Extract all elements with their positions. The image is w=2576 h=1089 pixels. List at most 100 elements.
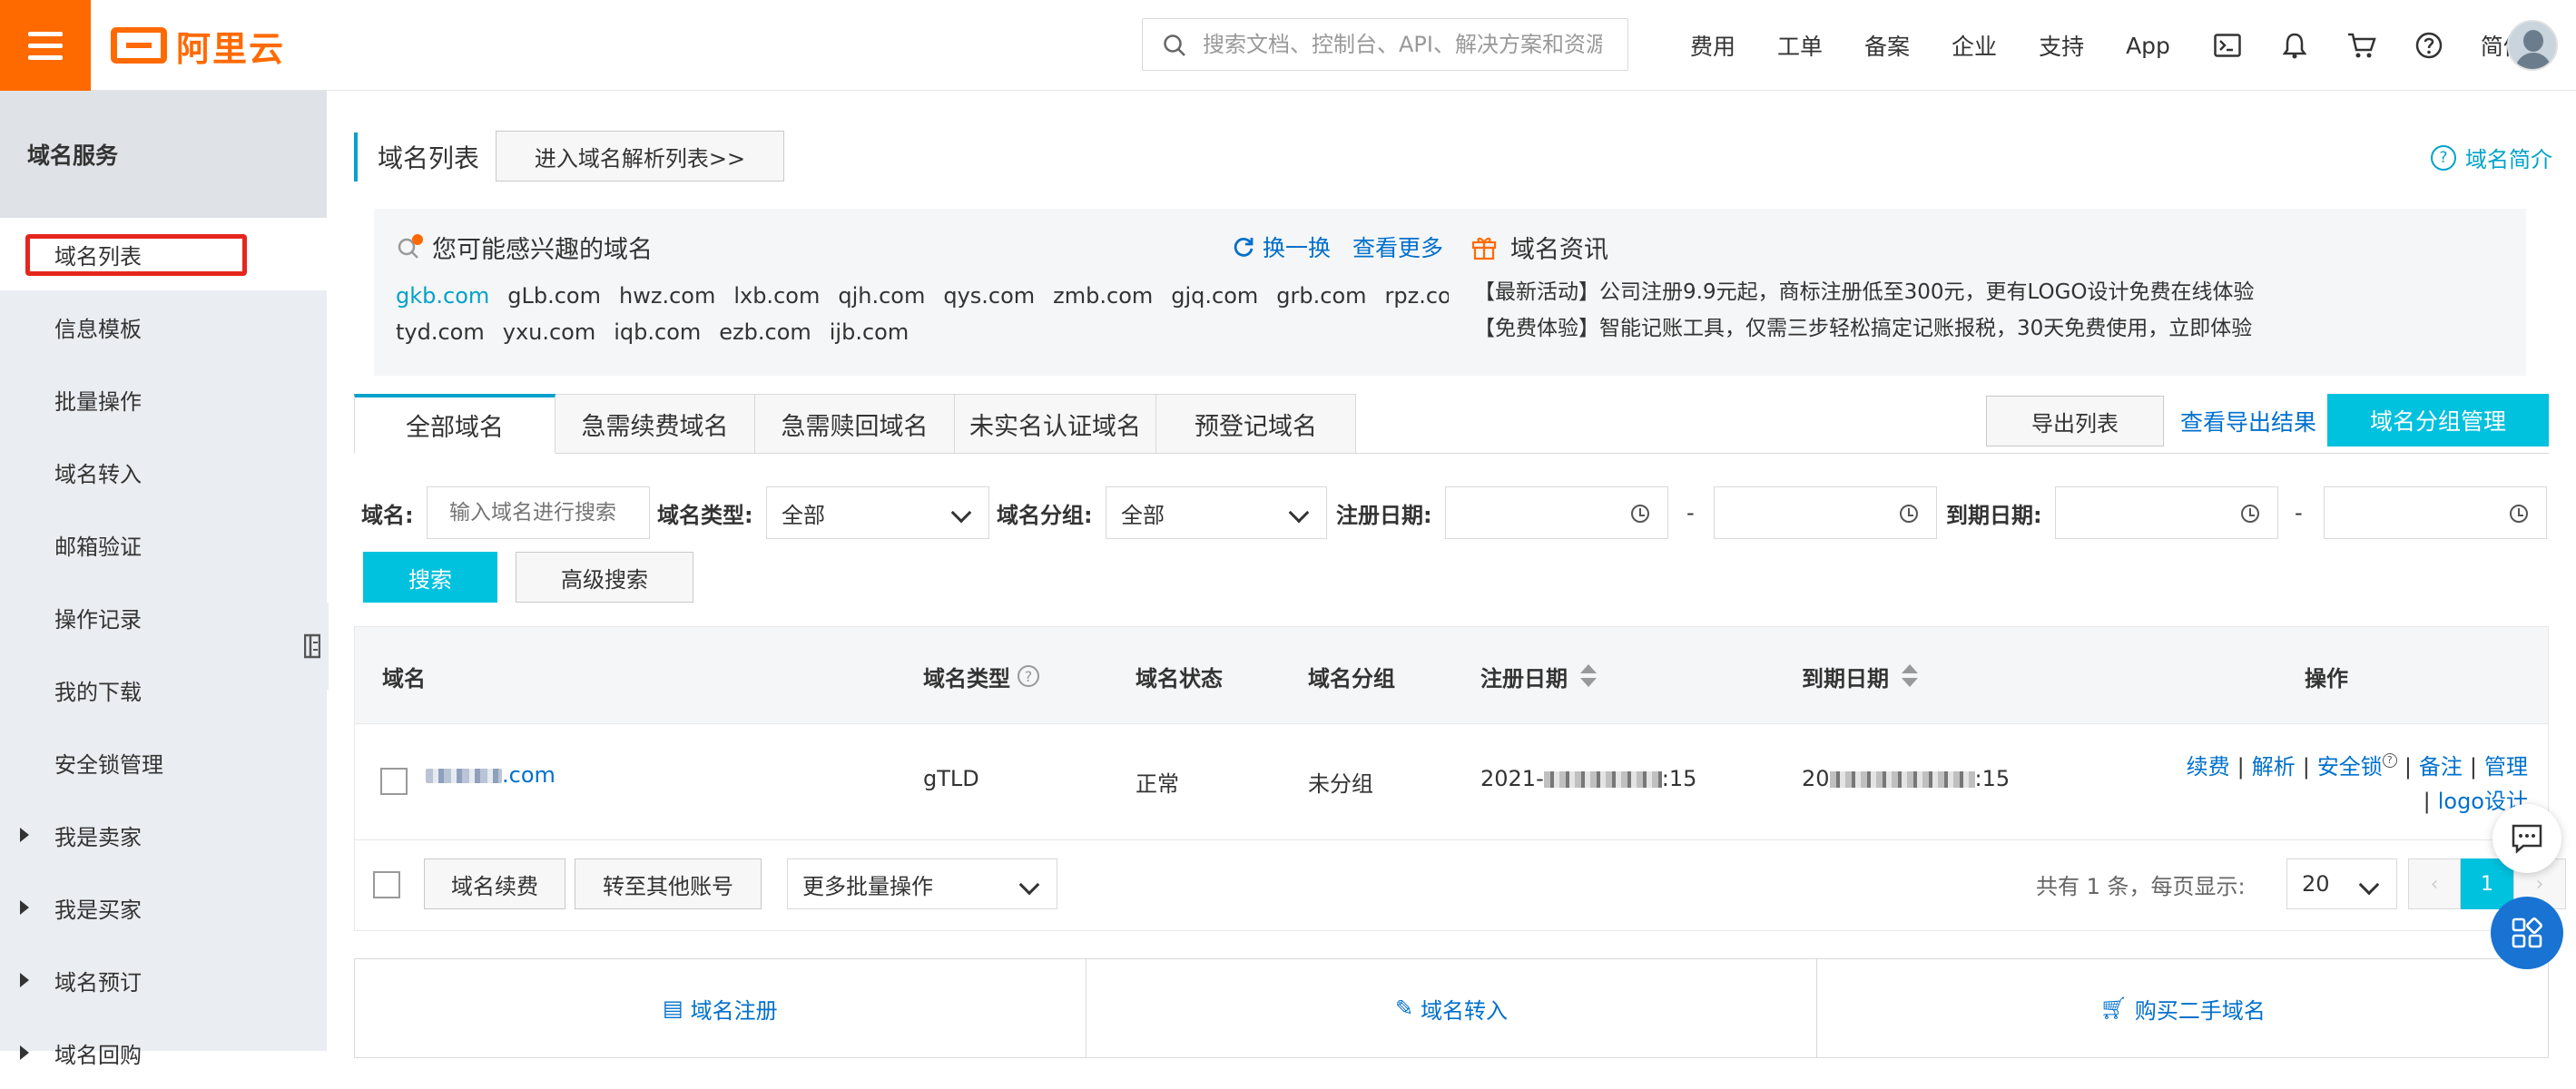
transfer-account-button[interactable]: 转至其他账号 — [575, 858, 762, 909]
table-footer: 域名续费 转至其他账号 更多批量操作 共有 1 条，每页显示: 20 ‹ 1 › — [354, 840, 2566, 931]
cart-icon[interactable] — [2346, 30, 2377, 61]
suggested-domain[interactable]: gLb.com — [507, 283, 601, 309]
col-reg-date[interactable]: 注册日期 — [1480, 627, 1597, 725]
refresh-link[interactable]: 换一换 — [1263, 231, 1331, 263]
sidebar-item-transfer-in[interactable]: 域名转入 — [0, 436, 327, 508]
tab-renew-urgent[interactable]: 急需续费域名 — [556, 394, 755, 454]
exp-date-end[interactable] — [2324, 486, 2547, 539]
suggested-domain[interactable]: grb.com — [1276, 283, 1366, 309]
sidebar-item-seller[interactable]: 我是卖家 — [0, 799, 327, 871]
suggested-domain[interactable]: yxu.com — [503, 319, 596, 345]
export-list-button[interactable]: 导出列表 — [1986, 396, 2164, 446]
note-link[interactable]: 备注 — [2419, 754, 2463, 780]
suggested-domain[interactable]: gkb.com — [396, 283, 489, 309]
export-result-link[interactable]: 查看导出结果 — [2180, 396, 2316, 446]
nav-app[interactable]: App — [2126, 33, 2170, 59]
sort-icon[interactable] — [1900, 662, 1918, 690]
col-exp-date[interactable]: 到期日期 — [1802, 627, 1918, 725]
help-icon[interactable] — [2414, 30, 2444, 61]
domain-suffix: .com — [502, 762, 556, 788]
row-checkbox[interactable] — [380, 768, 408, 795]
reg-date-start[interactable] — [1445, 486, 1668, 539]
dns-link[interactable]: 解析 — [2252, 754, 2296, 780]
prev-page-button[interactable]: ‹ — [2408, 858, 2461, 909]
nav-ticket[interactable]: 工单 — [1777, 29, 1823, 62]
clock-icon — [2241, 505, 2259, 523]
suggested-domain[interactable]: tyd.com — [396, 319, 485, 345]
suggested-domain[interactable]: zmb.com — [1053, 283, 1153, 309]
suggested-domain[interactable]: gjq.com — [1171, 283, 1258, 309]
group-manage-button[interactable]: 域名分组管理 — [2327, 394, 2549, 446]
suggest-title: 您可能感兴趣的域名 — [396, 229, 653, 265]
chat-button[interactable] — [2492, 804, 2561, 873]
sidebar-item-buyback[interactable]: 域名回购 — [0, 1016, 327, 1089]
sidebar-item-label: 信息模板 — [54, 316, 142, 342]
register-domain-link[interactable]: ▤ 域名注册 — [355, 959, 1086, 1057]
gift-icon — [1471, 237, 1497, 260]
refresh-icon[interactable] — [1232, 235, 1255, 259]
group-select[interactable]: 全部 — [1106, 486, 1327, 539]
transfer-domain-link[interactable]: ✎ 域名转入 — [1086, 959, 1818, 1057]
page-size-select[interactable]: 20 — [2286, 858, 2397, 909]
news-item[interactable]: 【最新活动】公司注册9.9元起，商标注册低至300元，更有LOGO设计免费在线体… — [1474, 274, 2255, 310]
table-row: .com gTLD 正常 未分组 2021-:15 20:15 续费 | 解析 | 安全… — [354, 724, 2549, 840]
buy-used-domain-link[interactable]: 🛒︎ 购买二手域名 — [1817, 959, 2548, 1057]
sidebar-item-reserve[interactable]: 域名预订 — [0, 944, 327, 1016]
exp-date-start[interactable] — [2055, 486, 2278, 539]
sidebar-item-batch[interactable]: 批量操作 — [0, 363, 327, 436]
type-select[interactable]: 全部 — [766, 486, 989, 539]
suggested-domain[interactable]: ijb.com — [830, 319, 909, 345]
clock-icon — [1900, 505, 1918, 523]
news-item[interactable]: 【免费体验】智能记账工具，仅需三步轻松搞定记账报税，30天免费使用，立即体验 — [1474, 310, 2255, 347]
nav-enterprise[interactable]: 企业 — [1952, 29, 1997, 62]
terminal-icon[interactable] — [2212, 30, 2243, 61]
domain-intro-link[interactable]: ? 域名简介 — [2431, 142, 2552, 173]
suggested-domain[interactable]: qys.com — [943, 283, 1035, 309]
tab-redeem-urgent[interactable]: 急需赎回域名 — [755, 394, 955, 454]
global-search[interactable] — [1142, 18, 1628, 71]
sidebar-item-downloads[interactable]: 我的下载 — [0, 653, 327, 726]
domain-search-input[interactable] — [427, 486, 650, 539]
sidebar-item-logs[interactable]: 操作记录 — [0, 581, 327, 653]
avatar[interactable] — [2507, 20, 2558, 71]
tab-preregistered[interactable]: 预登记域名 — [1156, 394, 1356, 454]
help-circle-icon[interactable]: ? — [1018, 665, 1039, 687]
sidebar-item-buyer[interactable]: 我是买家 — [0, 871, 327, 944]
nav-billing[interactable]: 费用 — [1690, 29, 1735, 62]
tab-all-domains[interactable]: 全部域名 — [354, 394, 556, 454]
manage-link[interactable]: 管理 — [2484, 754, 2528, 780]
suggested-domain[interactable]: iqb.com — [614, 319, 701, 345]
advanced-search-button[interactable]: 高级搜索 — [516, 552, 693, 603]
nav-icp[interactable]: 备案 — [1864, 29, 1910, 62]
tab-unverified[interactable]: 未实名认证域名 — [955, 394, 1156, 454]
nav-support[interactable]: 支持 — [2039, 29, 2084, 62]
suggested-domain[interactable]: lxb.com — [733, 283, 820, 309]
sidebar-item-email-verify[interactable]: 邮箱验证 — [0, 508, 327, 581]
logo[interactable]: 阿里云 — [111, 22, 285, 69]
view-more-link[interactable]: 查看更多 — [1352, 231, 1443, 263]
bulk-renew-button[interactable]: 域名续费 — [424, 858, 565, 909]
renew-link[interactable]: 续费 — [2187, 754, 2230, 780]
suggested-domain[interactable]: ezb.com — [719, 319, 811, 345]
sidebar-item-label: 域名回购 — [54, 1042, 142, 1068]
search-button[interactable]: 搜索 — [363, 552, 497, 603]
bell-icon[interactable] — [2279, 30, 2310, 61]
apps-button[interactable] — [2491, 897, 2563, 969]
sidebar-item-label: 域名转入 — [54, 461, 142, 487]
select-all-checkbox[interactable] — [373, 871, 400, 898]
search-icon — [1164, 34, 1185, 56]
suggested-domain[interactable]: qjh.com — [838, 283, 925, 309]
suggested-domain[interactable]: hwz.com — [619, 283, 715, 309]
security-lock-link[interactable]: 安全锁 — [2317, 754, 2383, 780]
menu-icon[interactable] — [0, 0, 91, 91]
sort-icon[interactable] — [1578, 662, 1597, 690]
domain-link[interactable]: .com — [426, 762, 556, 788]
search-input[interactable] — [1203, 32, 1602, 57]
reg-date-end[interactable] — [1714, 486, 1937, 539]
sidebar-item-security-lock[interactable]: 安全锁管理 — [0, 726, 327, 799]
bulk-actions-select[interactable]: 更多批量操作 — [787, 858, 1057, 909]
sidebar-item-templates[interactable]: 信息模板 — [0, 290, 327, 363]
help-circle-icon[interactable]: ? — [2382, 753, 2397, 768]
col-domain: 域名 — [382, 665, 426, 692]
goto-dns-list-button[interactable]: 进入域名解析列表>> — [496, 131, 784, 182]
